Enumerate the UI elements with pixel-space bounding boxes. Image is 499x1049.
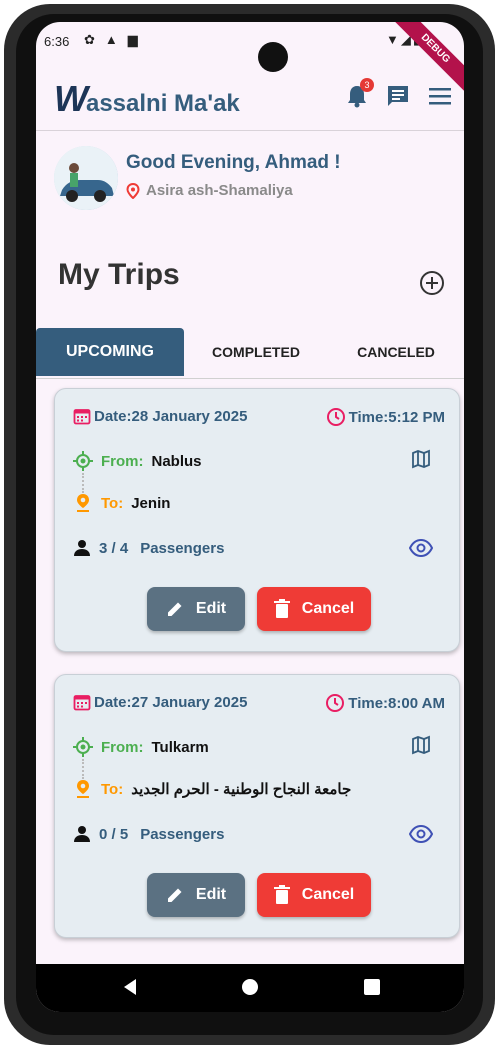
trip-card: Date:27 January 2025 Time:8:00 AM From: …	[54, 674, 460, 938]
passengers-row: 0 / 5 Passengers	[73, 825, 224, 843]
person-icon	[74, 826, 90, 842]
route-connector	[82, 473, 84, 493]
tab-completed[interactable]: COMPLETED	[192, 328, 320, 376]
trip-time-text: Time:5:12 PM	[348, 408, 445, 426]
sim-icon: ▆	[127, 32, 138, 47]
status-icons-left: ✿ ▲ ▆	[84, 32, 138, 48]
warning-icon: ▲	[104, 32, 118, 47]
calendar-icon	[73, 695, 91, 711]
notification-badge: 3	[360, 78, 374, 92]
tab-upcoming[interactable]: UPCOMING	[36, 328, 184, 376]
trip-date: Date:28 January 2025	[73, 407, 247, 425]
passengers-count: 3 / 4	[99, 539, 129, 557]
cancel-trip-button[interactable]: Cancel	[257, 587, 371, 631]
app-bar-actions: 3	[346, 78, 452, 108]
trip-from-row: From: Nablus	[73, 451, 202, 471]
origin-target-icon	[73, 737, 93, 757]
greeting-section: Good Evening, Ahmad ! Asira ash-Shamaliy…	[54, 146, 454, 210]
wifi-icon: ▼	[385, 32, 399, 47]
map-icon[interactable]	[411, 449, 431, 469]
app-screen: 6:36 ✿ ▲ ▆ ▼ ◢ ▮ DEBUG W assalni Ma'ak 3	[36, 22, 464, 1012]
recents-icon[interactable]	[364, 979, 380, 995]
chat-icon[interactable]	[386, 84, 410, 108]
passengers-label: Passengers	[140, 825, 225, 843]
view-passengers-eye-icon[interactable]	[409, 539, 433, 557]
calendar-icon	[73, 409, 91, 425]
trip-card: Date:28 January 2025 Time:5:12 PM From: …	[54, 388, 460, 652]
trip-to-row: To: Jenin	[73, 493, 170, 513]
passengers-label: Passengers	[140, 539, 225, 557]
destination-pin-icon	[77, 494, 89, 512]
trip-to-row: To: جامعة النجاح الوطنية - الحرم الجديد	[73, 779, 351, 799]
notifications-button[interactable]: 3	[346, 78, 374, 108]
cancel-label: Cancel	[301, 886, 355, 903]
pencil-icon	[167, 602, 182, 616]
avatar-car-illustration	[54, 146, 118, 210]
route-connector	[82, 759, 84, 779]
trash-icon	[273, 599, 290, 618]
passengers-row: 3 / 4 Passengers	[73, 539, 224, 557]
cancel-label: Cancel	[301, 600, 355, 617]
menu-icon[interactable]	[428, 86, 452, 106]
from-value: Nablus	[151, 452, 202, 470]
back-icon[interactable]	[122, 978, 138, 996]
pencil-icon	[167, 888, 182, 902]
add-trip-icon[interactable]	[419, 270, 445, 296]
clock-icon	[326, 408, 345, 426]
from-label: From:	[101, 452, 144, 470]
trash-icon	[273, 885, 290, 904]
trip-time: Time:8:00 AM	[325, 693, 445, 713]
to-label: To:	[101, 494, 124, 512]
settings-icon: ✿	[84, 32, 95, 47]
app-bar: W assalni Ma'ak 3	[36, 64, 464, 131]
trip-date-text: Date:28 January 2025	[94, 407, 248, 425]
home-icon[interactable]	[242, 979, 258, 995]
map-icon[interactable]	[411, 735, 431, 755]
page-title: My Trips	[58, 258, 180, 291]
to-value: جامعة النجاح الوطنية - الحرم الجديد	[131, 781, 352, 798]
origin-target-icon	[73, 451, 93, 471]
to-value: Jenin	[131, 494, 171, 512]
status-time: 6:36	[44, 34, 70, 49]
from-value: Tulkarm	[151, 738, 209, 756]
trip-time: Time:5:12 PM	[326, 407, 445, 427]
cancel-trip-button[interactable]: Cancel	[257, 873, 371, 917]
passengers-count: 0 / 5	[99, 825, 129, 843]
tab-canceled[interactable]: CANCELED	[332, 328, 460, 376]
trip-time-text: Time:8:00 AM	[348, 694, 445, 712]
trip-date: Date:27 January 2025	[73, 693, 247, 711]
trip-from-row: From: Tulkarm	[73, 737, 209, 757]
location-text: Asira ash-Shamaliya	[146, 182, 293, 199]
edit-label: Edit	[195, 886, 227, 903]
avatar[interactable]	[54, 146, 118, 210]
location-row: Asira ash-Shamaliya	[126, 182, 293, 199]
person-icon	[74, 540, 90, 556]
destination-pin-icon	[77, 780, 89, 798]
edit-trip-button[interactable]: Edit	[147, 587, 245, 631]
trip-date-text: Date:27 January 2025	[94, 693, 248, 711]
status-bar: 6:36 ✿ ▲ ▆ ▼ ◢ ▮ DEBUG	[36, 22, 464, 95]
system-nav-bar	[36, 964, 464, 1012]
edit-label: Edit	[195, 600, 227, 617]
logo-letter: W	[54, 78, 88, 119]
view-passengers-eye-icon[interactable]	[409, 825, 433, 843]
trip-tabs: UPCOMING COMPLETED CANCELED	[36, 328, 464, 379]
to-label: To:	[101, 780, 124, 798]
from-label: From:	[101, 738, 144, 756]
clock-icon	[326, 694, 345, 712]
location-pin-icon	[126, 182, 140, 199]
app-logo: W assalni Ma'ak	[54, 78, 240, 120]
edit-trip-button[interactable]: Edit	[147, 873, 245, 917]
logo-text: assalni Ma'ak	[85, 90, 240, 117]
greeting-title: Good Evening, Ahmad !	[126, 152, 341, 173]
